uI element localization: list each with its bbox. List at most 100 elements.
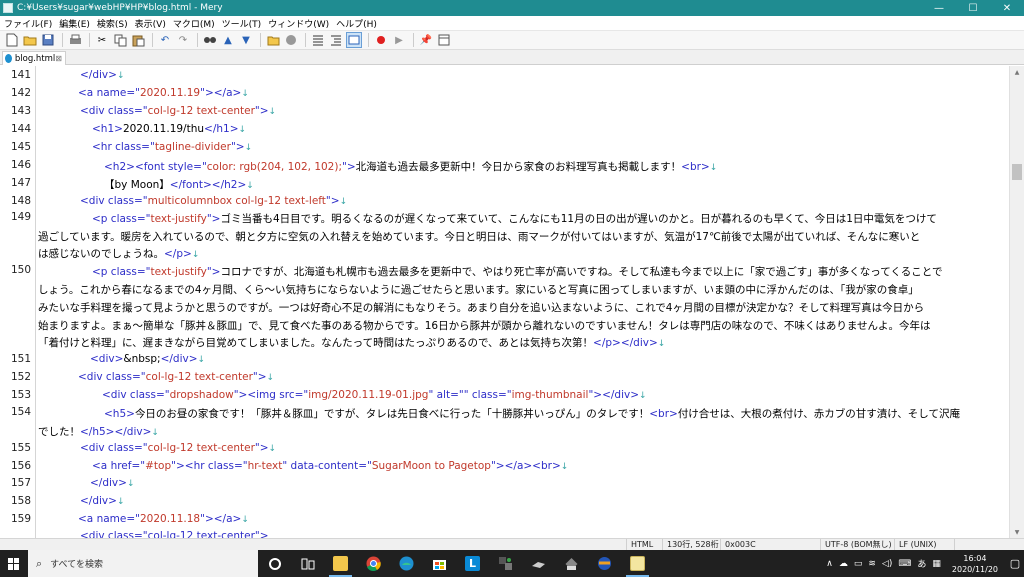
taskbar-app-printer[interactable] [555,550,588,577]
newline-mark: ↓ [244,143,253,153]
show-hidden-icons-chevron-icon[interactable]: ∧ [826,559,833,569]
taskbar-clock[interactable]: 16:04 2020/11/20 [952,553,998,575]
action-center-icon[interactable]: ▢ [1006,550,1024,577]
code-token: "> [230,141,245,153]
code-token: "> [206,213,221,225]
scroll-up-arrow-icon[interactable]: ▲ [1010,66,1024,78]
volume-icon[interactable]: ◁) [882,559,892,569]
wrap-icon[interactable] [310,32,326,48]
bookmark-icon[interactable] [265,32,281,48]
toolbar: ✂ ↶ ↷ ▲ ▼ ▶ 📌 [0,31,1024,50]
find-icon[interactable] [202,32,218,48]
code-text: 「着付けと料理」に、遅まきながら目覚めてしまいました。なんたって時間はたっぷりあ… [38,337,594,349]
cloud-icon[interactable]: ☁ [839,559,848,569]
window-title: C:¥Users¥sugar¥webHP¥HP¥blog.html - Mery [17,3,223,13]
menu-file[interactable]: ファイル(F) [4,17,52,30]
minimize-button[interactable]: — [922,0,956,16]
cut-icon[interactable]: ✂ [94,32,110,48]
status-char-code: 0x003C [720,539,820,550]
task-view-button[interactable] [291,550,324,577]
wifi-icon[interactable]: ≋ [868,559,876,569]
code-token: "></a> [200,513,242,525]
toolbar-separator [260,33,261,47]
editor-area[interactable]: 141 142 143 144 145 146 147 148 149 150 … [0,66,1009,538]
search-placeholder: すべてを検索 [50,560,104,570]
find-next-icon[interactable]: ▼ [238,32,254,48]
code-token: <br> [681,161,710,173]
clock-date: 2020/11/20 [951,564,998,574]
toolbar-separator [368,33,369,47]
taskbar-search-box[interactable]: ⌕ すべてを検索 [28,550,258,577]
menu-window[interactable]: ウィンドウ(W) [268,17,329,30]
menu-help[interactable]: ヘルプ(H) [336,17,377,30]
taskbar-app-l[interactable]: L [456,550,489,577]
menu-search[interactable]: 検索(S) [97,17,128,30]
undo-icon[interactable]: ↶ [157,32,173,48]
pin-icon[interactable]: 📌 [418,32,434,48]
code-token: </p> [164,248,192,260]
status-line-ending[interactable]: LF (UNIX) [894,539,954,550]
code-line-wrap: でした！</h5></div>↓ [38,424,159,439]
taskbar-chrome[interactable] [357,550,390,577]
ime-indicator[interactable]: あ [917,557,926,570]
maximize-button[interactable]: ☐ [956,0,990,16]
view-icon[interactable] [346,32,362,48]
menu-view[interactable]: 表示(V) [135,17,166,30]
code-token: tagline-divider [154,141,231,153]
redo-icon[interactable]: ↷ [175,32,191,48]
new-file-icon[interactable] [4,32,20,48]
window-icon[interactable] [436,32,452,48]
line-number: 155 [10,442,31,454]
taskbar-mery[interactable] [621,550,654,577]
indent-icon[interactable] [328,32,344,48]
menu-tools[interactable]: ツール(T) [222,17,262,30]
scroll-down-arrow-icon[interactable]: ▼ [1010,526,1024,538]
status-encoding[interactable]: UTF-8 (BOM無し) [820,539,894,550]
tab-close-icon[interactable]: ⊠ [55,54,62,63]
record-macro-icon[interactable] [373,32,389,48]
open-folder-icon[interactable] [22,32,38,48]
code-token: </div> [90,477,127,489]
code-token: </div> [602,389,640,401]
code-token: <img src=" [247,389,309,401]
taskbar-app-bird[interactable] [522,550,555,577]
code-token: img/2020.11.19-01.jpg [308,389,429,401]
menu-bar: ファイル(F) 編集(E) 検索(S) 表示(V) マクロ(M) ツール(T) … [0,16,1024,31]
code-token: <div class=" [78,371,146,383]
close-button[interactable]: ✕ [990,0,1024,16]
taskbar-app-network[interactable] [489,550,522,577]
code-line: 【by Moon】</font></h2>↓ [104,177,254,192]
battery-icon[interactable]: ▭ [854,559,863,569]
scrollbar-thumb[interactable] [1012,164,1022,180]
bird-app-icon [532,561,545,568]
play-macro-icon[interactable]: ▶ [391,32,407,48]
marker-icon[interactable] [283,32,299,48]
menu-edit[interactable]: 編集(E) [59,17,90,30]
code-line: <a href="#top"><hr class="hr-text" data-… [92,460,568,472]
title-bar: C:¥Users¥sugar¥webHP¥HP¥blog.html - Mery… [0,0,1024,16]
keyboard-icon[interactable]: ⌨ [898,559,911,569]
taskbar-explorer[interactable] [324,550,357,577]
save-icon[interactable] [40,32,56,48]
find-prev-icon[interactable]: ▲ [220,32,236,48]
code-token: </h5></div> [80,426,152,438]
line-number: 154 [10,406,31,418]
tab-label: blog.html [14,53,56,64]
paste-icon[interactable] [130,32,146,48]
print-icon[interactable] [67,32,83,48]
code-line: <div class="col-lg-12 text-center">↓ [80,442,276,454]
newline-mark: ↓ [151,428,159,438]
ime-mode-icon[interactable]: ▦ [932,559,941,569]
cortana-button[interactable] [258,550,291,577]
vertical-scrollbar[interactable]: ▲ ▼ [1009,66,1024,538]
taskbar-edge[interactable] [390,550,423,577]
code-token: " alt=" [428,389,464,401]
copy-icon[interactable] [112,32,128,48]
taskbar-store[interactable] [423,550,456,577]
menu-macro[interactable]: マクロ(M) [173,17,215,30]
tab-blog-html[interactable]: blog.html ⊠ [2,51,66,65]
toolbar-separator [413,33,414,47]
start-button[interactable] [0,550,28,577]
code-token: "> [206,266,221,278]
taskbar-app-globe[interactable] [588,550,621,577]
